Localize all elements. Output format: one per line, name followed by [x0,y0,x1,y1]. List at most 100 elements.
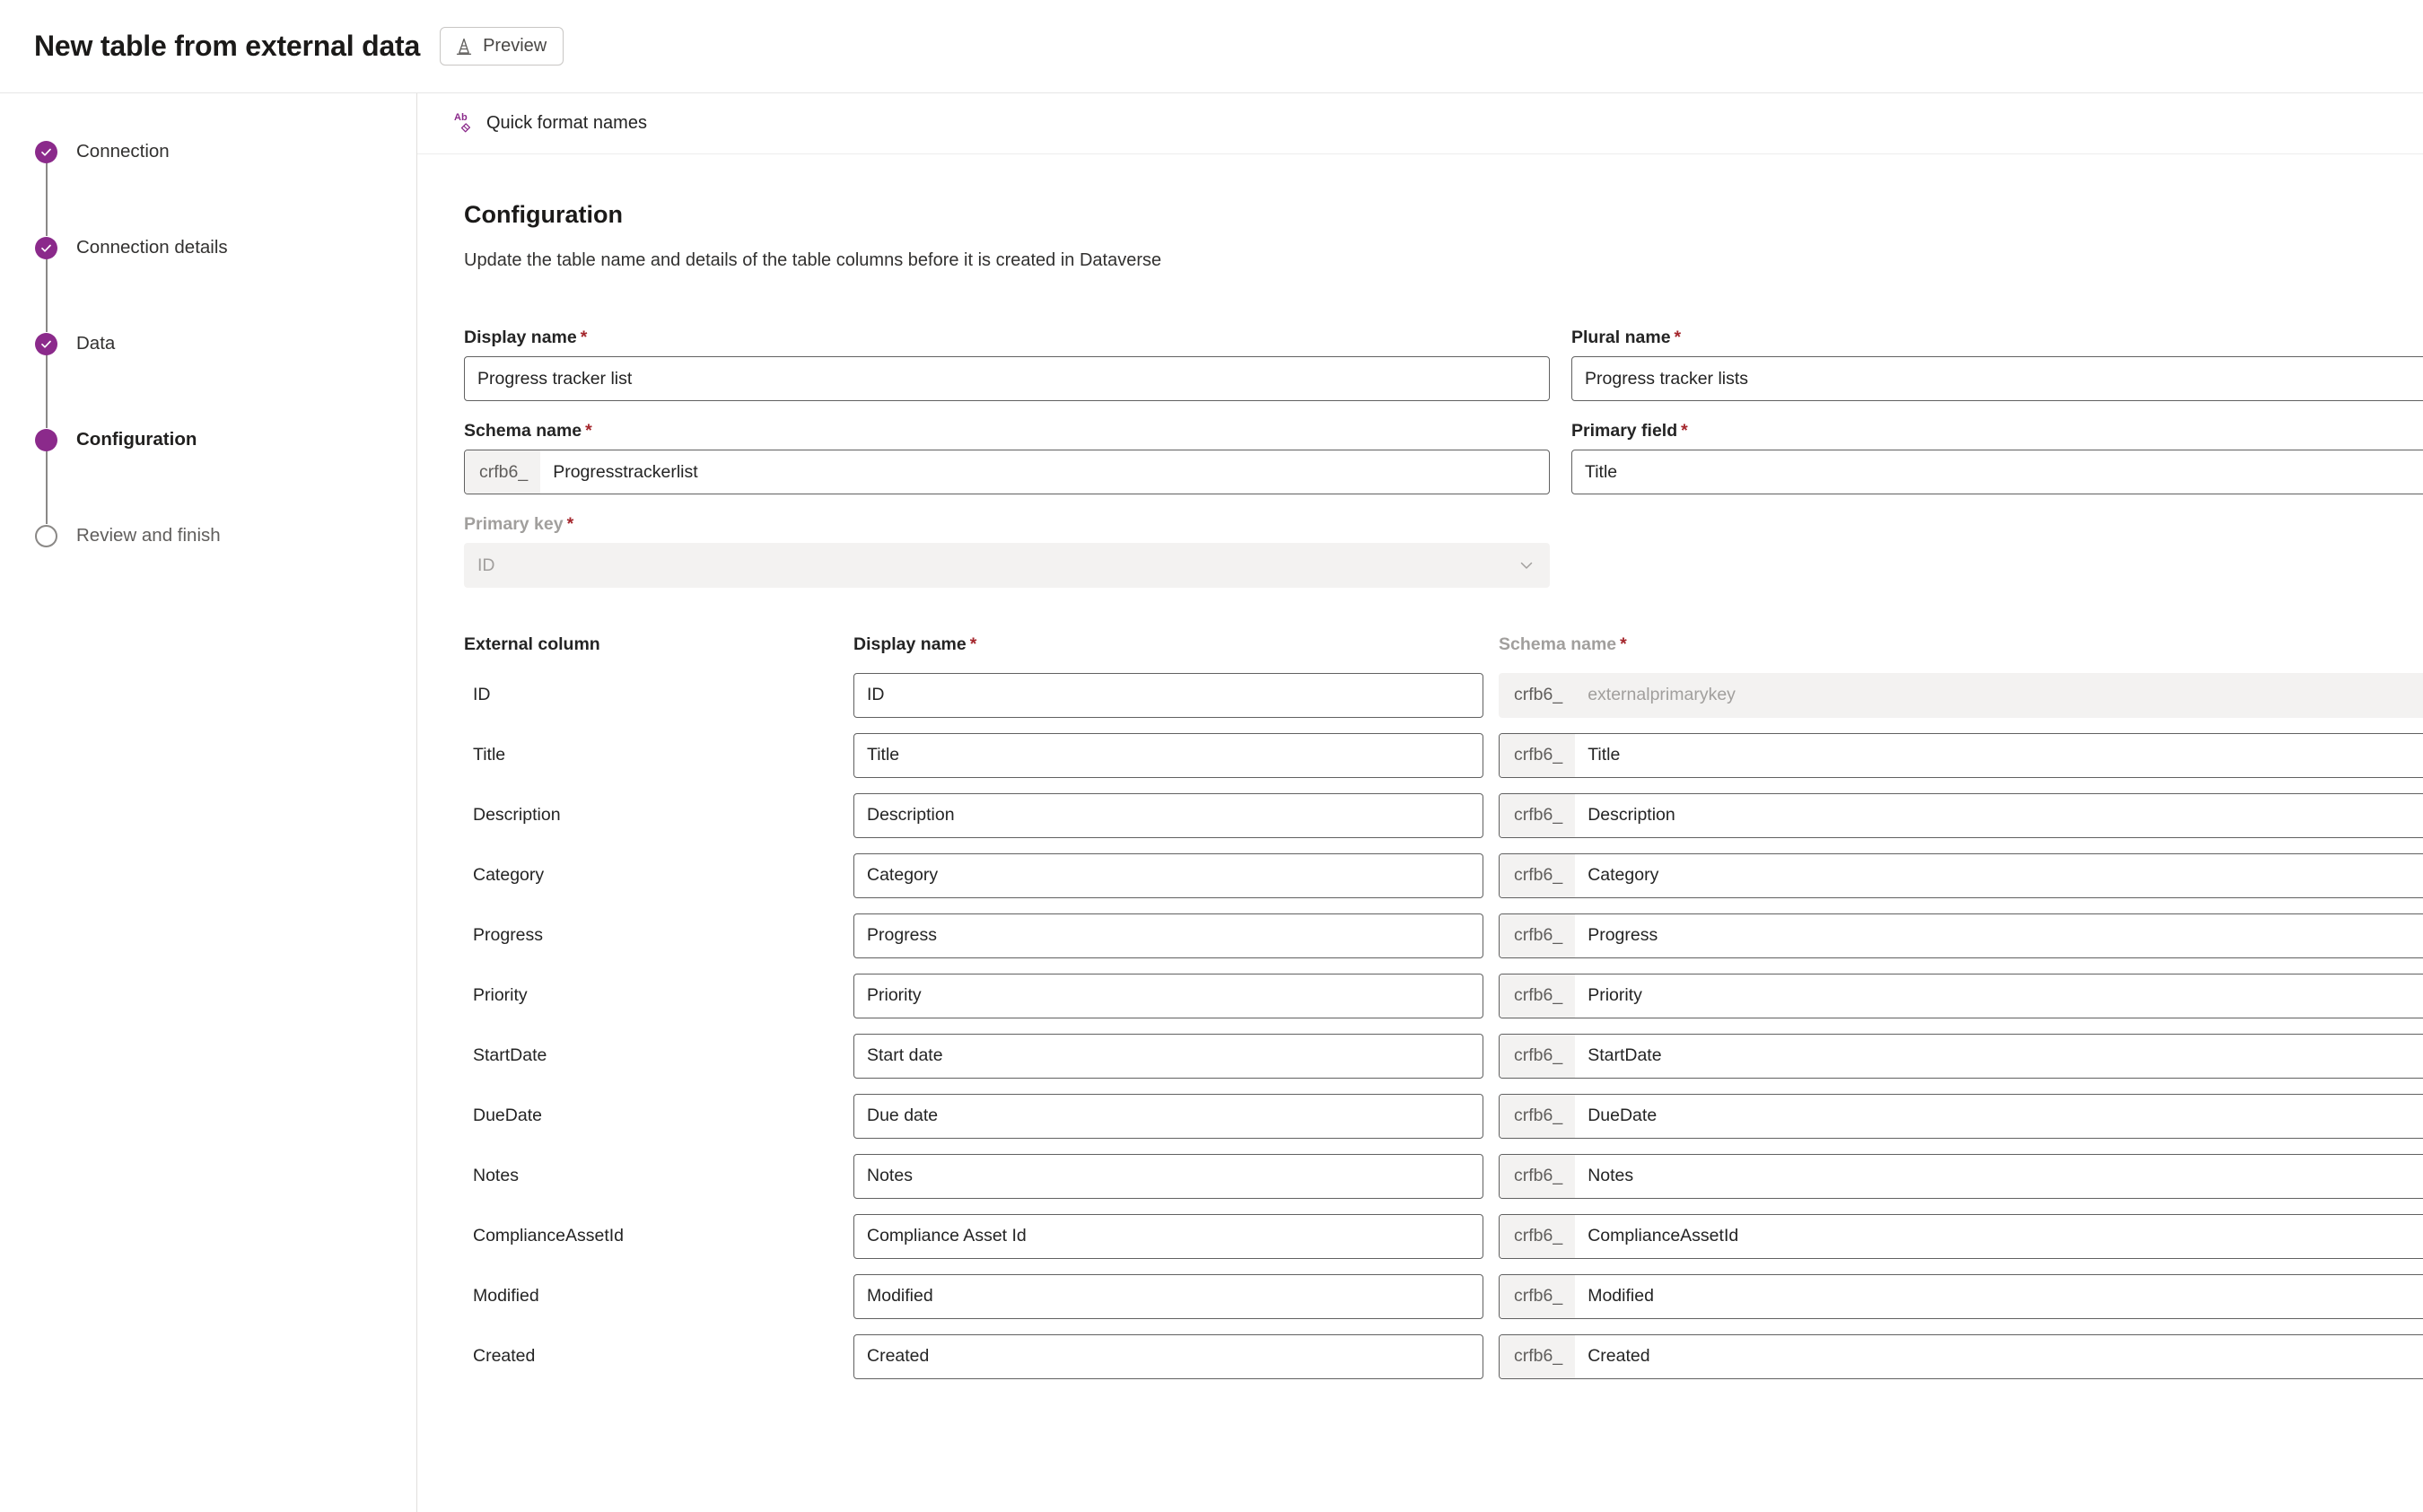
schema-name-input[interactable]: crfb6_ Category [1499,852,2423,898]
checkmark-circle-icon [35,237,57,259]
column-mapping-row-list: ID ID crfb6_ externalprimarykey Title Title cr… [464,665,2423,1386]
table-row: Description Description crfb6_ Description [464,785,2423,845]
configuration-panel: Configuration Update the table name and … [417,154,2423,1386]
display-name-input[interactable]: Compliance Asset Id [853,1213,1483,1259]
table-row: DueDate Due date crfb6_ DueDate [464,1086,2423,1146]
table-details-form: Display name * Progress tracker list Plur… [464,328,2423,588]
display-name-input[interactable]: Priority [853,973,1483,1018]
table-row: Notes Notes crfb6_ Notes [464,1146,2423,1206]
external-column-name: Modified [473,1286,539,1306]
section-title: Configuration [464,201,623,228]
table-row: ComplianceAssetId Compliance Asset Id crfb… [464,1206,2423,1266]
required-asterisk: * [580,328,588,347]
display-name-input[interactable]: Progress tracker list [464,356,1550,401]
display-name-input[interactable]: Created [853,1333,1483,1379]
schema-name-prefix: crfb6_ [1500,974,1576,1018]
external-column-name: DueDate [473,1106,542,1125]
step-marker-pending [35,525,57,547]
section-description: Update the table name and details of the… [464,250,1162,270]
display-name-label: Display name * [464,328,1550,348]
checkmark-circle-icon [35,333,57,355]
step-marker-active [35,429,57,451]
plural-name-input[interactable]: Progress tracker lists [1571,356,2423,401]
required-asterisk: * [1681,421,1688,441]
schema-name-value: ComplianceAssetId [1588,1226,1739,1245]
sidebar-item-connection-details[interactable]: Connection details [0,236,416,332]
display-name-input[interactable]: Notes [853,1153,1483,1199]
schema-name-value: StartDate [1588,1045,1662,1065]
schema-name-input[interactable]: crfb6_ Progress [1499,913,2423,958]
schema-name-value: Category [1588,865,1659,885]
step-marker-complete [35,237,57,259]
display-name-value: Created [867,1346,930,1366]
schema-name-input[interactable]: crfb6_ Notes [1499,1153,2423,1199]
schema-name-input[interactable]: crfb6_ Modified [1499,1273,2423,1319]
sidebar-item-label: Review and finish [76,525,221,546]
main-content: Ab Quick format names Configuration Upda… [417,93,2423,1512]
schema-name-input[interactable]: crfb6_ StartDate [1499,1033,2423,1079]
schema-name-label-text: Schema name [464,421,582,441]
plural-name-field-group: Plural name * Progress tracker lists [1571,328,2423,401]
primary-field-input[interactable]: Title [1571,450,2423,494]
display-name-input[interactable]: ID [853,672,1483,718]
display-name-input[interactable]: Due date [853,1093,1483,1139]
display-name-input[interactable]: Title [853,732,1483,778]
step-connector [46,162,48,236]
step-connector [46,258,48,332]
schema-name-prefix: crfb6_ [1500,913,1576,957]
primary-key-value: ID [477,555,495,575]
sidebar-item-configuration[interactable]: Configuration [0,428,416,524]
required-asterisk: * [969,634,977,654]
schema-name-prefix: crfb6_ [1500,1214,1576,1258]
schema-name-value: Notes [1588,1166,1634,1185]
display-name-input[interactable]: Modified [853,1273,1483,1319]
sidebar-item-review-and-finish[interactable]: Review and finish [0,524,416,547]
display-name-value: Title [867,745,900,765]
header-schema-name: Schema name * [1499,634,2423,655]
display-name-value: Start date [867,1045,943,1065]
display-name-input[interactable]: Start date [853,1033,1483,1079]
schema-name-value: DueDate [1588,1106,1658,1125]
schema-name-value: Created [1588,1346,1650,1366]
schema-name-input[interactable]: crfb6_ Created [1499,1333,2423,1379]
sidebar-item-data[interactable]: Data [0,332,416,428]
display-name-input[interactable]: Description [853,792,1483,838]
schema-name-prefix: crfb6_ [1500,733,1576,777]
schema-name-input[interactable]: crfb6_ Progresstrackerlist [464,450,1550,494]
display-name-value: Progress tracker list [477,368,633,389]
schema-name-input: crfb6_ externalprimarykey [1499,672,2423,718]
column-mapping-header-row: External column Display name * Schema nam… [464,634,2423,665]
schema-name-input[interactable]: crfb6_ Priority [1499,973,2423,1018]
required-asterisk: * [1620,634,1627,654]
schema-name-field-group: Schema name * crfb6_ Progresstrackerlist [464,421,1550,494]
body-wrapper: Connection Connection details Data Confi… [0,92,2423,1512]
table-row: Created Created crfb6_ Created [464,1326,2423,1386]
external-column-name: Title [473,745,506,765]
schema-name-input[interactable]: crfb6_ ComplianceAssetId [1499,1213,2423,1259]
traffic-cone-icon [454,37,474,57]
table-row: ID ID crfb6_ externalprimarykey [464,665,2423,725]
plural-name-label-text: Plural name [1571,328,1671,347]
schema-name-prefix: crfb6_ [1500,1154,1576,1198]
display-name-input[interactable]: Category [853,852,1483,898]
preview-badge: Preview [440,27,564,66]
display-name-field-group: Display name * Progress tracker list [464,328,1550,401]
empty-circle-icon [35,525,57,547]
external-column-name: ID [473,685,491,704]
schema-name-label: Schema name * [464,421,1550,441]
table-row: Progress Progress crfb6_ Progress [464,905,2423,966]
table-row: Title Title crfb6_ Title [464,725,2423,785]
quick-format-names-button[interactable]: Ab Quick format names [444,105,656,142]
sidebar-item-connection[interactable]: Connection [0,140,416,236]
sidebar-item-label: Connection [76,141,170,162]
schema-name-input[interactable]: crfb6_ DueDate [1499,1093,2423,1139]
schema-name-value: Modified [1588,1286,1654,1306]
schema-name-prefix: crfb6_ [1514,685,1563,704]
table-row: Priority Priority crfb6_ Priority [464,966,2423,1026]
schema-name-input[interactable]: crfb6_ Description [1499,792,2423,838]
required-asterisk: * [566,514,574,534]
schema-name-input[interactable]: crfb6_ Title [1499,732,2423,778]
page-title: New table from external data [34,30,421,62]
schema-name-value: Progresstrackerlist [553,461,698,482]
display-name-input[interactable]: Progress [853,913,1483,958]
